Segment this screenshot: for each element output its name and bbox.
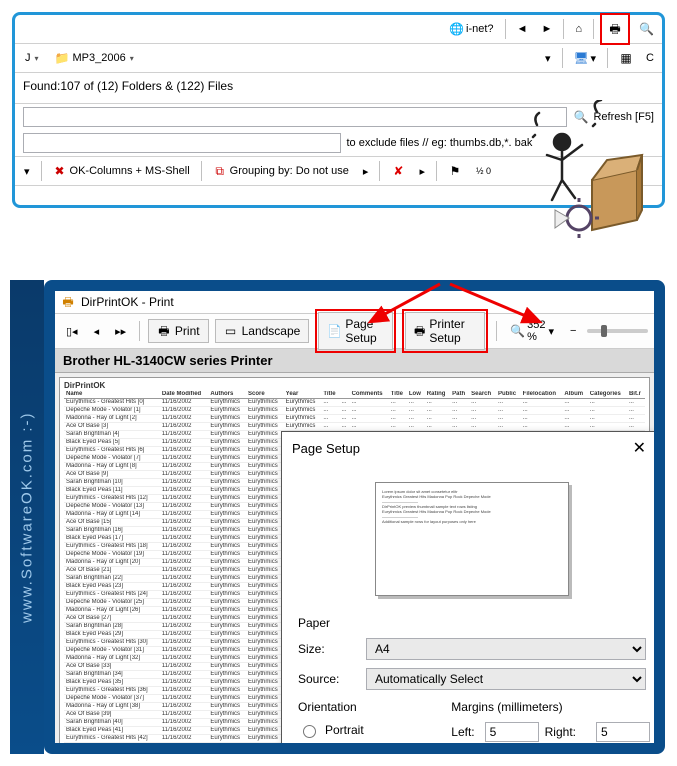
printer-setup-icon: 🖶 <box>414 324 425 338</box>
search-icon-button[interactable]: 🔍 <box>634 16 658 42</box>
orientation-label: Orientation <box>298 700 435 714</box>
folder-icon: 📁 <box>55 51 69 65</box>
c-label: C <box>642 52 658 64</box>
nav-fwd[interactable]: ► <box>536 16 557 42</box>
monitor-button[interactable]: 🖥▾ <box>569 45 602 71</box>
page-setup-button[interactable]: 📄Page Setup <box>318 312 393 350</box>
page-first[interactable]: ▯◂ <box>61 318 83 344</box>
tool-btn-5[interactable]: ½ 0 <box>471 158 496 184</box>
tool-btn-2[interactable]: ▸ <box>358 158 374 184</box>
group-icon: ⧉ <box>213 164 227 178</box>
tool-btn-4[interactable]: ⚑ <box>443 158 467 184</box>
delete-icon: ✘ <box>391 164 405 178</box>
nav-back[interactable]: ◄ <box>512 16 533 42</box>
landscape-icon: ▭ <box>224 324 238 338</box>
monitor-icon: 🖥 <box>574 51 588 65</box>
zoom-out[interactable]: − <box>565 318 581 344</box>
source-label: Source: <box>298 672 358 686</box>
printer-icon: 🖶 <box>608 22 622 36</box>
page-prev[interactable]: ◂ <box>89 318 105 344</box>
page-next[interactable]: ▸▸ <box>110 318 131 344</box>
print-button[interactable]: 🖶Print <box>148 319 209 343</box>
view-button[interactable]: ▦ <box>614 45 638 71</box>
nav-home[interactable]: ⌂ <box>570 16 587 42</box>
filter-input[interactable] <box>23 107 567 127</box>
zoom-slider[interactable] <box>587 329 648 333</box>
print-icon-button[interactable]: 🖶 <box>603 16 627 42</box>
page-thumbnail: Lorem ipsum dolor sit amet consetetur el… <box>375 482 569 596</box>
dialog-title: Page Setup <box>292 441 360 456</box>
app-icon: 🖶 <box>61 295 75 309</box>
path-dd[interactable]: ▾ <box>540 45 556 71</box>
paper-group-label: Paper <box>298 616 646 630</box>
path-bar: J 📁MP3_2006 ▾ 🖥▾ ▦ C <box>15 44 662 73</box>
page-setup-icon: 📄 <box>327 324 341 338</box>
print-toolbar: ▯◂ ◂ ▸▸ 🖶Print ▭Landscape 📄Page Setup 🖶P… <box>55 313 654 349</box>
portrait-radio[interactable] <box>303 725 316 738</box>
printer-setup-highlight: 🖶Printer Setup <box>402 309 488 353</box>
grouping-button[interactable]: ⧉Grouping by: Do not use <box>208 158 354 184</box>
printer-icon: 🖶 <box>157 324 171 338</box>
inet-button[interactable]: 🌐i-net? <box>444 16 499 42</box>
toolbar-top: 🌐i-net? ◄ ► ⌂ 🖶 🔍 <box>15 15 662 44</box>
view-icon: ▦ <box>619 51 633 65</box>
page-setup-dialog: Page Setup ✕ Lorem ipsum dolor sit amet … <box>281 431 654 743</box>
found-status: Found:107 of (12) Folders & (122) Files <box>15 73 662 99</box>
close-button[interactable]: ✕ <box>627 438 652 458</box>
drive-dropdown[interactable]: J <box>19 51 45 65</box>
tool-btn-1[interactable]: ▾ <box>19 158 35 184</box>
zoom-dropdown[interactable]: 🔍352 % ▾ <box>505 318 559 344</box>
zoom-icon: 🔍 <box>510 324 524 338</box>
size-select[interactable]: A4 <box>366 638 646 660</box>
flag-icon: ⚑ <box>448 164 462 178</box>
delete-button[interactable]: ✘ <box>386 158 410 184</box>
print-window-title: DirPrintOK - Print <box>81 295 174 309</box>
tool-btn-3[interactable]: ▸ <box>414 158 430 184</box>
landscape-button[interactable]: ▭Landscape <box>215 319 310 343</box>
size-label: Size: <box>298 642 358 656</box>
print-preview-panel: 🖶 DirPrintOK - Print ▯◂ ◂ ▸▸ 🖶Print ▭Lan… <box>44 280 665 754</box>
margins-label: Margins (millimeters) <box>451 700 646 714</box>
margin-right-input[interactable] <box>596 722 650 742</box>
margin-left-input[interactable] <box>485 722 539 742</box>
source-select[interactable]: Automatically Select <box>366 668 646 690</box>
printer-setup-button[interactable]: 🖶Printer Setup <box>405 312 485 350</box>
exclude-input[interactable] <box>23 133 341 153</box>
page-setup-highlight: 📄Page Setup <box>315 309 396 353</box>
columns-icon: ✖ <box>53 164 67 178</box>
doodle-illustration <box>507 100 647 240</box>
print-highlight: 🖶 <box>600 13 630 45</box>
ok-columns-button[interactable]: ✖OK-Columns + MS-Shell <box>48 158 195 184</box>
watermark: www.SoftwareOK.com :-) <box>10 280 44 754</box>
folder-dropdown[interactable]: 📁MP3_2006 <box>49 50 140 66</box>
search-icon: 🔍 <box>639 22 653 36</box>
globe-icon: 🌐 <box>449 22 463 36</box>
